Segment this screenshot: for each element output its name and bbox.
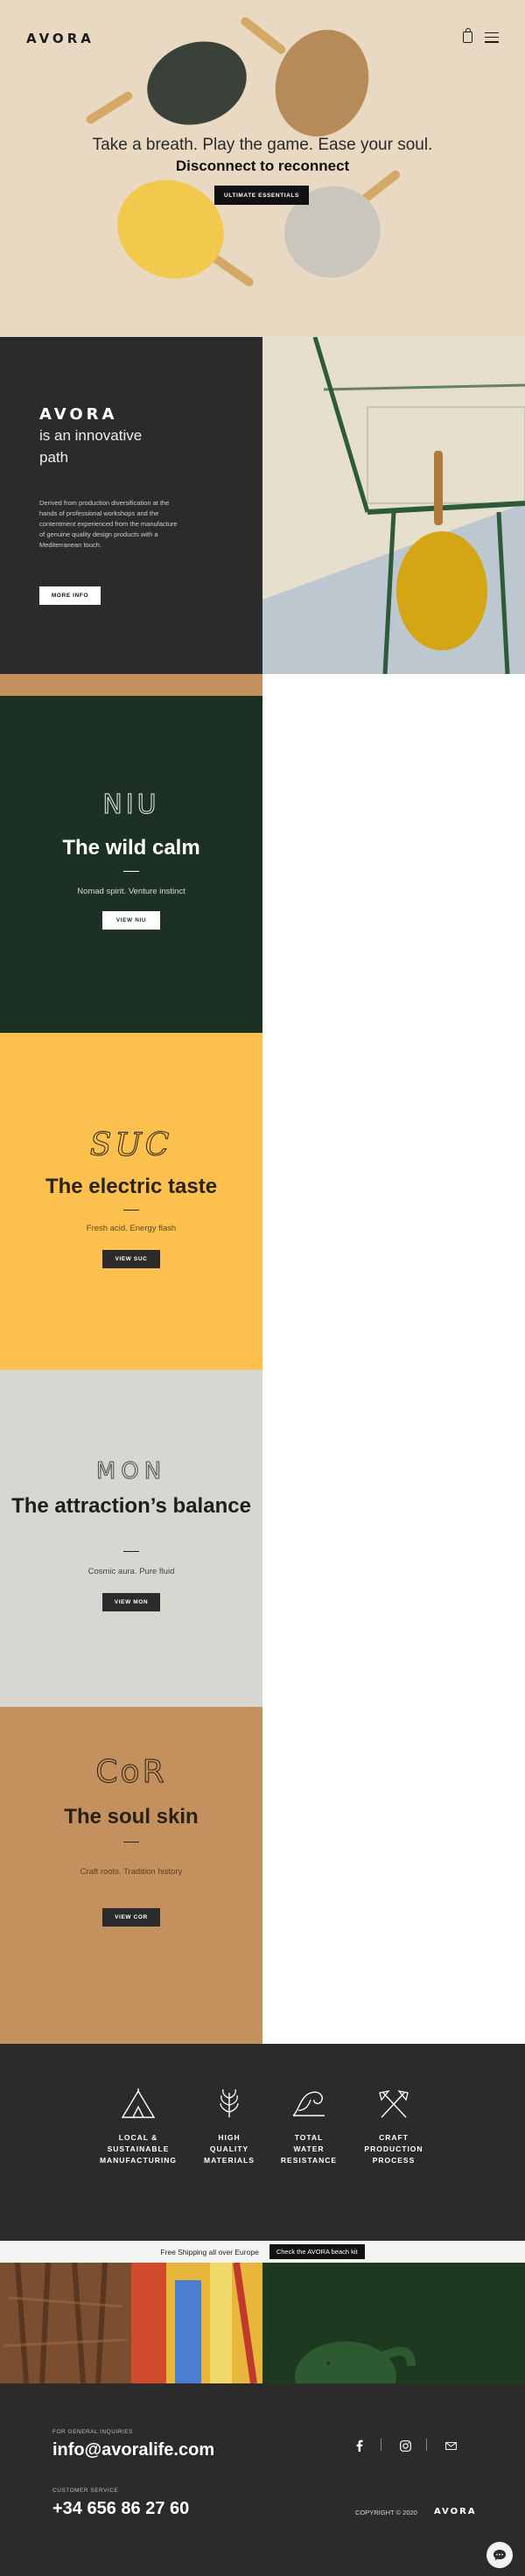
copyright-text: COPYRIGHT © 2020	[355, 2509, 417, 2516]
site-footer: FOR GENERAL INQUIRIES info@avoralife.com…	[0, 2383, 525, 2576]
view-mon-button[interactable]: VIEW MON	[102, 1593, 160, 1611]
product-subtitle: Cosmic aura. Pure fluid	[88, 1567, 175, 1576]
chat-bubble-icon[interactable]	[486, 2542, 513, 2568]
crossed-axes-icon	[379, 2090, 409, 2118]
customer-service-label: CUSTOMER SERVICE	[52, 2488, 119, 2494]
product-mon: MON The attraction’s balance Cosmic aura…	[0, 1370, 262, 1707]
product-subtitle: Nomad spirit. Venture instinct	[77, 887, 186, 896]
promo-text: Free Shipping all over Europe	[160, 2247, 259, 2257]
footer-phone-link[interactable]: +34 656 86 27 60	[52, 2499, 189, 2519]
product-title: The attraction’s balance	[11, 1494, 251, 1518]
feature-water: TOTAL WATER RESISTANCE	[265, 2088, 353, 2166]
bag-icon[interactable]	[463, 28, 472, 43]
more-info-button[interactable]: MORE INFO	[39, 586, 101, 605]
product-subtitle: Craft roots. Tradition history	[80, 1867, 183, 1877]
view-niu-button[interactable]: VIEW NIU	[102, 911, 160, 930]
beach-kit-button[interactable]: Check the AVORA beach kit	[269, 2244, 365, 2259]
menu-icon[interactable]	[485, 32, 499, 43]
svg-text:NIU: NIU	[102, 790, 159, 818]
niu-logo: NIU	[102, 790, 159, 818]
site-logo[interactable]: AVORA	[26, 31, 94, 46]
mon-logo: MON	[95, 1458, 166, 1485]
cor-logo: CoR	[95, 1754, 166, 1790]
product-subtitle: Fresh acid. Energy flash	[86, 1224, 177, 1233]
divider	[426, 2439, 427, 2451]
product-title: The wild calm	[62, 836, 200, 860]
ultimate-essentials-button[interactable]: ULTIMATE ESSENTIALS	[214, 186, 309, 205]
instagram-icon[interactable]	[395, 2439, 416, 2453]
paint-texture-image	[131, 2263, 262, 2383]
divider	[123, 1842, 139, 1843]
product-suc: SUC The electric taste Fresh acid. Energ…	[0, 1033, 262, 1370]
divider	[123, 1210, 139, 1211]
product-cor: CoR The soul skin Craft roots. Tradition…	[0, 1707, 262, 2044]
footer-email-link[interactable]: info@avoralife.com	[52, 2440, 214, 2460]
suc-logo: SUC	[89, 1127, 173, 1162]
feature-local: LOCAL & SUSTAINABLE MANUFACTURING	[94, 2088, 182, 2166]
bark-texture-image	[0, 2263, 131, 2383]
svg-text:MON: MON	[96, 1458, 166, 1484]
about-section: AVORA is an innovative path Derived from…	[0, 337, 525, 674]
svg-text:SUC: SUC	[90, 1127, 173, 1162]
divider	[123, 1551, 139, 1552]
footer-logo[interactable]: AVORA	[434, 2507, 477, 2516]
product-title: The electric taste	[45, 1175, 218, 1198]
feature-craft: CRAFT PRODUCTION PROCESS	[350, 2088, 438, 2166]
about-subtitle: is an innovative path	[39, 427, 143, 466]
divider	[381, 2439, 382, 2451]
view-suc-button[interactable]: VIEW SUC	[102, 1250, 160, 1268]
svg-text:CoR: CoR	[95, 1754, 166, 1789]
about-logo: AVORA	[39, 405, 118, 424]
wheat-icon	[220, 2088, 239, 2117]
about-accent-strip	[0, 674, 262, 696]
wave-icon	[292, 2091, 325, 2116]
tent-mountain-icon	[121, 2088, 156, 2118]
product-title: The soul skin	[64, 1805, 199, 1828]
green-product-image	[262, 2263, 525, 2383]
view-cor-button[interactable]: VIEW COR	[102, 1908, 160, 1927]
hero-tagline: Take a breath. Play the game. Ease your …	[92, 136, 433, 154]
gallery-section	[0, 2263, 525, 2383]
divider	[123, 871, 139, 872]
general-inquiries-label: FOR GENERAL INQUIRIES	[52, 2429, 133, 2435]
hero-title: Disconnect to reconnect	[175, 158, 350, 174]
facebook-icon[interactable]	[349, 2439, 370, 2453]
feature-quality: HIGH QUALITY MATERIALS	[186, 2088, 273, 2166]
about-panel: AVORA is an innovative path Derived from…	[0, 337, 262, 674]
features-section: LOCAL & SUSTAINABLE MANUFACTURING HIGH Q…	[0, 2044, 525, 2241]
promo-bar: Free Shipping all over Europe Check the …	[0, 2241, 525, 2263]
product-niu: NIU The wild calm Nomad spirit. Venture …	[0, 696, 262, 1033]
hero-section: AVORA Take a breath. Play the game. Ease…	[0, 0, 525, 337]
about-description: Derived from production diversification …	[39, 499, 178, 549]
chair-paddle-image	[262, 337, 525, 674]
mail-icon[interactable]	[440, 2439, 461, 2453]
